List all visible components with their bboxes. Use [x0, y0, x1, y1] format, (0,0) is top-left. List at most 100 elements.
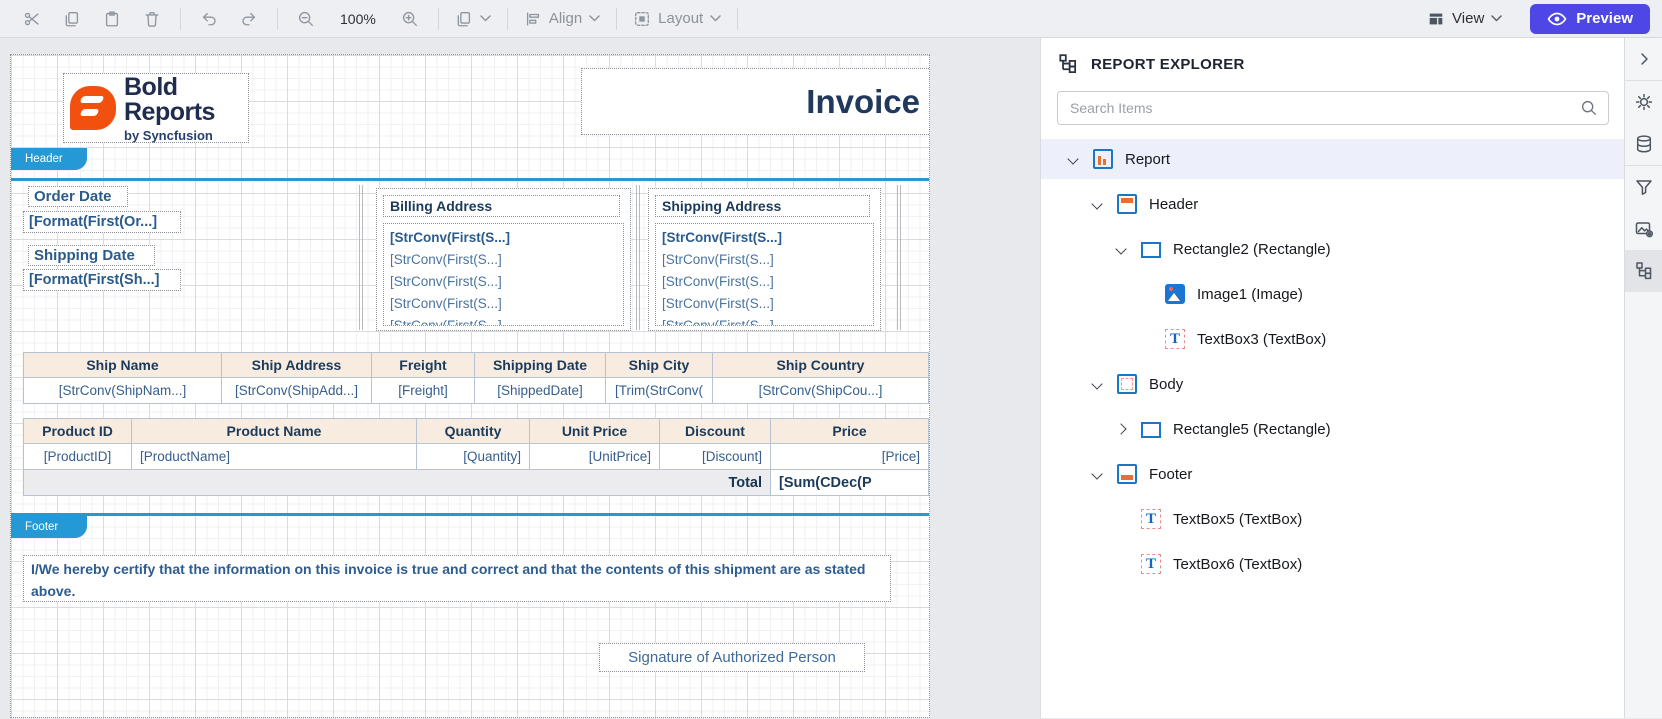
- chevron-down-icon[interactable]: [1089, 197, 1117, 211]
- tree-item-footer[interactable]: Footer: [1041, 454, 1624, 494]
- column-header[interactable]: Ship Name: [23, 352, 222, 378]
- tree-item-textbox6-textbox[interactable]: T TextBox6 (TextBox): [1041, 544, 1624, 584]
- zoom-level[interactable]: 100%: [340, 11, 376, 27]
- certify-textbox[interactable]: I/We hereby certify that the information…: [23, 555, 891, 602]
- table-cell[interactable]: [Freight]: [371, 377, 475, 404]
- textbox-icon: T: [1141, 509, 1161, 529]
- tree-item-image1-image[interactable]: Image1 (Image): [1041, 274, 1624, 314]
- preview-button[interactable]: Preview: [1530, 3, 1650, 34]
- signature-textbox[interactable]: Signature of Authorized Person: [599, 643, 865, 672]
- table-cell[interactable]: [Trim(StrConv(: [605, 377, 713, 404]
- view-dropdown[interactable]: View: [1427, 10, 1503, 28]
- billing-address-label[interactable]: Billing Address: [383, 195, 620, 217]
- column-header[interactable]: Ship Country: [712, 352, 929, 378]
- view-icon: [1429, 13, 1443, 24]
- data-button[interactable]: [1625, 123, 1662, 165]
- total-value-cell[interactable]: [Sum(CDec(P: [770, 469, 929, 496]
- align-dropdown[interactable]: Align: [524, 10, 600, 28]
- report-page[interactable]: BoldReports by Syncfusion Invoice Header…: [10, 54, 930, 718]
- textbox-icon: T: [1141, 554, 1161, 574]
- table-cell[interactable]: [StrConv(ShipNam...]: [23, 377, 222, 404]
- order-date-label[interactable]: Order Date: [28, 186, 128, 207]
- column-header[interactable]: Shipping Date: [474, 352, 606, 378]
- tree-item-report[interactable]: Report: [1041, 139, 1624, 179]
- footer-band-tab[interactable]: Footer: [11, 516, 87, 538]
- address-line[interactable]: [StrConv(First(S...]: [662, 315, 867, 325]
- column-header[interactable]: Product Name: [131, 418, 417, 444]
- tree-item-rectangle5-rectangle[interactable]: Rectangle5 (Rectangle): [1041, 409, 1624, 449]
- settings-button[interactable]: [1625, 81, 1662, 123]
- address-line[interactable]: [StrConv(First(S...]: [662, 249, 867, 271]
- zoom-out-button[interactable]: [293, 6, 319, 32]
- column-header[interactable]: Unit Price: [529, 418, 660, 444]
- paste-button[interactable]: [99, 6, 125, 32]
- column-header[interactable]: Ship Address: [221, 352, 372, 378]
- report-explorer-icon: [1059, 54, 1077, 74]
- tree-item-textbox5-textbox[interactable]: T TextBox5 (TextBox): [1041, 499, 1624, 539]
- shipping-date-label[interactable]: Shipping Date: [28, 245, 155, 266]
- report-tree: Report Header Rectangle2 (Rectangle) Image1…: [1041, 139, 1624, 584]
- address-line[interactable]: [StrConv(First(S...]: [662, 271, 867, 293]
- logo-image[interactable]: BoldReports by Syncfusion: [63, 73, 249, 143]
- tree-item-header[interactable]: Header: [1041, 184, 1624, 224]
- image-settings-button[interactable]: [1625, 208, 1662, 250]
- table-cell[interactable]: [Discount]: [659, 443, 771, 470]
- address-line[interactable]: [StrConv(First(S...]: [662, 293, 867, 315]
- collapse-panel-button[interactable]: [1625, 38, 1662, 80]
- shipping-address-lines[interactable]: [StrConv(First(S...] [StrConv(First(S...]…: [655, 223, 874, 326]
- address-line[interactable]: [StrConv(First(S...]: [390, 315, 617, 325]
- chevron-down-icon[interactable]: [1089, 467, 1117, 481]
- shipping-address-section[interactable]: Shipping Address [StrConv(First(S...] [St…: [648, 188, 881, 331]
- tree-item-rectangle2-rectangle[interactable]: Rectangle2 (Rectangle): [1041, 229, 1624, 269]
- cut-button[interactable]: [19, 6, 45, 32]
- redo-button[interactable]: [236, 6, 262, 32]
- design-canvas[interactable]: BoldReports by Syncfusion Invoice Header…: [0, 38, 1040, 718]
- column-header[interactable]: Product ID: [23, 418, 132, 444]
- table-cell[interactable]: [Price]: [770, 443, 929, 470]
- table-cell[interactable]: [Quantity]: [416, 443, 530, 470]
- column-header[interactable]: Ship City: [605, 352, 713, 378]
- report-explorer-tab[interactable]: [1624, 250, 1662, 292]
- copy-button[interactable]: [59, 6, 85, 32]
- shipping-address-label[interactable]: Shipping Address: [655, 195, 870, 217]
- zoom-in-button[interactable]: [397, 6, 423, 32]
- duplicate-dropdown[interactable]: [455, 10, 491, 28]
- header-band-tab[interactable]: Header: [11, 148, 87, 170]
- tree-item-label: Footer: [1149, 465, 1193, 483]
- total-label-cell[interactable]: Total: [23, 469, 771, 496]
- ship-details-table[interactable]: Ship Name Ship Address Freight Shipping Dat…: [23, 352, 929, 404]
- address-line[interactable]: [StrConv(First(S...]: [390, 271, 617, 293]
- undo-button[interactable]: [196, 6, 222, 32]
- table-cell[interactable]: [ProductID]: [23, 443, 132, 470]
- chevron-down-icon[interactable]: [1065, 152, 1093, 166]
- chevron-down-icon[interactable]: [1089, 377, 1117, 391]
- billing-address-section[interactable]: Billing Address [StrConv(First(S...] [Str…: [376, 188, 631, 331]
- table-cell[interactable]: [StrConv(ShipAdd...]: [221, 377, 372, 404]
- tree-item-textbox3-textbox[interactable]: T TextBox3 (TextBox): [1041, 319, 1624, 359]
- tree-item-body[interactable]: Body: [1041, 364, 1624, 404]
- address-line[interactable]: [StrConv(First(S...]: [662, 227, 867, 249]
- invoice-title-textbox[interactable]: Invoice: [581, 68, 929, 135]
- shipping-date-value[interactable]: [Format(First(Sh...]: [23, 269, 181, 291]
- column-header[interactable]: Price: [770, 418, 929, 444]
- table-cell[interactable]: [ShippedDate]: [474, 377, 606, 404]
- column-header[interactable]: Freight: [371, 352, 475, 378]
- view-label: View: [1452, 10, 1485, 27]
- table-cell[interactable]: [ProductName]: [131, 443, 417, 470]
- chevron-down-icon[interactable]: [1113, 242, 1141, 256]
- order-date-value[interactable]: [Format(First(Or...]: [23, 211, 181, 233]
- address-line[interactable]: [StrConv(First(S...]: [390, 227, 617, 249]
- column-header[interactable]: Discount: [659, 418, 771, 444]
- filter-button[interactable]: [1625, 166, 1662, 208]
- delete-button[interactable]: [139, 6, 165, 32]
- billing-address-lines[interactable]: [StrConv(First(S...] [StrConv(First(S...]…: [383, 223, 624, 326]
- table-cell[interactable]: [StrConv(ShipCou...]: [712, 377, 929, 404]
- table-cell[interactable]: [UnitPrice]: [529, 443, 660, 470]
- search-input[interactable]: [1057, 91, 1609, 125]
- layout-dropdown[interactable]: Layout: [633, 10, 721, 28]
- address-line[interactable]: [StrConv(First(S...]: [390, 249, 617, 271]
- column-header[interactable]: Quantity: [416, 418, 530, 444]
- chevron-right-icon[interactable]: [1113, 422, 1141, 436]
- address-line[interactable]: [StrConv(First(S...]: [390, 293, 617, 315]
- product-details-table[interactable]: Product ID Product Name Quantity Unit Price…: [23, 418, 929, 496]
